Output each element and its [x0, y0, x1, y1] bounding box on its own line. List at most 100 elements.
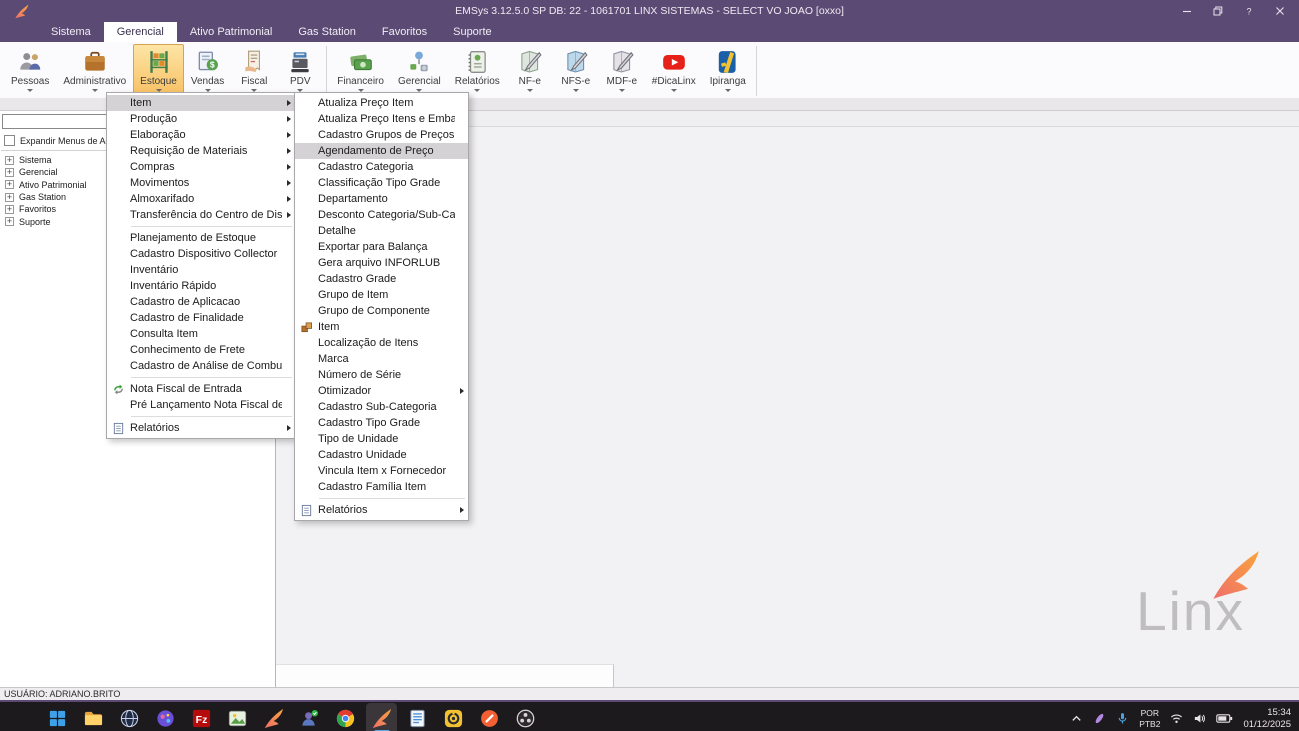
- menu-item-transferencia-do-centro-de-distribuicao[interactable]: Transferência do Centro de Distribuição: [107, 207, 295, 223]
- taskbar-chrome-icon[interactable]: [330, 703, 361, 731]
- tab-favoritos[interactable]: Favoritos: [369, 22, 440, 42]
- dropdown-caret-icon[interactable]: [572, 89, 579, 92]
- menu-item-item[interactable]: Item: [295, 319, 468, 335]
- restore-icon[interactable]: [1212, 6, 1223, 17]
- taskbar-notes-icon[interactable]: [402, 703, 433, 731]
- menu-item-conhecimento-de-frete[interactable]: Conhecimento de Frete: [107, 342, 295, 358]
- tab-sistema[interactable]: Sistema: [38, 22, 104, 42]
- menu-item-gera-arquivo-inforlub[interactable]: Gera arquivo INFORLUB: [295, 255, 468, 271]
- tree-expand-icon[interactable]: +: [5, 180, 14, 190]
- menu-item-numero-de-serie[interactable]: Número de Série: [295, 367, 468, 383]
- ribbon-button-gerencial[interactable]: Gerencial: [391, 44, 448, 94]
- menu-item-grupo-de-item[interactable]: Grupo de Item: [295, 287, 468, 303]
- ribbon-button-fiscal[interactable]: Fiscal: [231, 44, 277, 94]
- menu-item-nota-fiscal-de-entrada[interactable]: Nota Fiscal de Entrada: [107, 381, 295, 397]
- menu-item-vincula-item-x-fornecedor[interactable]: Vincula Item x Fornecedor: [295, 463, 468, 479]
- minimize-icon[interactable]: [1181, 6, 1192, 17]
- clock[interactable]: 15:34 01/12/2025: [1243, 707, 1291, 731]
- menu-item-almoxarifado[interactable]: Almoxarifado: [107, 191, 295, 207]
- menu-item-cadastro-tipo-grade[interactable]: Cadastro Tipo Grade: [295, 415, 468, 431]
- menu-item-producao[interactable]: Produção: [107, 111, 295, 127]
- menu-item-compras[interactable]: Compras: [107, 159, 295, 175]
- menu-item-cadastro-de-finalidade[interactable]: Cadastro de Finalidade: [107, 310, 295, 326]
- taskbar-filezilla-icon[interactable]: Fz: [186, 703, 217, 731]
- taskbar-windows-start-icon[interactable]: [42, 703, 73, 731]
- dropdown-caret-icon[interactable]: [618, 89, 625, 92]
- ribbon-button-pessoas[interactable]: Pessoas: [4, 44, 56, 94]
- menu-item-consulta-item[interactable]: Consulta Item: [107, 326, 295, 342]
- ribbon-button-pdv[interactable]: PDV: [277, 44, 323, 94]
- menu-item-atualiza-preco-item[interactable]: Atualiza Preço Item: [295, 95, 468, 111]
- ribbon-button-ipiranga[interactable]: Ipiranga: [703, 44, 753, 94]
- menu-item-cadastro-unidade[interactable]: Cadastro Unidade: [295, 447, 468, 463]
- dropdown-caret-icon[interactable]: [670, 89, 677, 92]
- menu-item-planejamento-de-estoque[interactable]: Planejamento de Estoque: [107, 230, 295, 246]
- menu-item-atualiza-preco-itens-e-embalagens[interactable]: Atualiza Preço Itens e Embalagens: [295, 111, 468, 127]
- dropdown-caret-icon[interactable]: [724, 89, 731, 92]
- microphone-icon[interactable]: [1116, 712, 1129, 725]
- menu-item-localizacao-de-itens[interactable]: Localização de Itens: [295, 335, 468, 351]
- menu-item-desconto-categoria-sub-categoria[interactable]: Desconto Categoria/Sub-Categoria: [295, 207, 468, 223]
- menu-item-cadastro-de-analise-de-combustiveis[interactable]: Cadastro de Análise de Combustíveis: [107, 358, 295, 374]
- ribbon-button-dicalinx[interactable]: #DicaLinx: [645, 44, 703, 94]
- help-icon[interactable]: ?: [1243, 6, 1254, 17]
- menu-item-detalhe[interactable]: Detalhe: [295, 223, 468, 239]
- taskbar-pen-app-icon[interactable]: [474, 703, 505, 731]
- menu-item-item[interactable]: Item: [107, 95, 295, 111]
- expand-menus-checkbox[interactable]: [4, 135, 15, 146]
- tab-suporte[interactable]: Suporte: [440, 22, 505, 42]
- ribbon-button-financeiro[interactable]: Financeiro: [330, 44, 391, 94]
- menu-item-tipo-de-unidade[interactable]: Tipo de Unidade: [295, 431, 468, 447]
- dropdown-caret-icon[interactable]: [526, 89, 533, 92]
- ribbon-button-relatorios[interactable]: Relatórios: [448, 44, 507, 94]
- taskbar-yellow-db-icon[interactable]: [438, 703, 469, 731]
- tree-expand-icon[interactable]: +: [5, 204, 14, 214]
- chevron-up-icon[interactable]: [1070, 712, 1083, 725]
- tab-gas-station[interactable]: Gas Station: [285, 22, 368, 42]
- taskbar-photos-icon[interactable]: [222, 703, 253, 731]
- ribbon-button-vendas[interactable]: $ Vendas: [184, 44, 231, 94]
- dropdown-caret-icon[interactable]: [91, 89, 98, 92]
- taskbar-paint-planet-icon[interactable]: [150, 703, 181, 731]
- menu-item-departamento[interactable]: Departamento: [295, 191, 468, 207]
- tree-expand-icon[interactable]: +: [5, 167, 14, 177]
- tab-gerencial[interactable]: Gerencial: [103, 22, 177, 42]
- menu-item-otimizador[interactable]: Otimizador: [295, 383, 468, 399]
- ribbon-button-administrativo[interactable]: Administrativo: [56, 44, 133, 94]
- dropdown-caret-icon[interactable]: [27, 89, 34, 92]
- menu-item-relatorios[interactable]: Relatórios: [295, 502, 468, 518]
- menu-item-requisicao-de-materiais[interactable]: Requisição de Materiais: [107, 143, 295, 159]
- menu-item-cadastro-de-aplicacao[interactable]: Cadastro de Aplicacao: [107, 294, 295, 310]
- taskbar-user-badge-icon[interactable]: [294, 703, 325, 731]
- tab-ativo-patrimonial[interactable]: Ativo Patrimonial: [177, 22, 286, 42]
- tree-expand-icon[interactable]: +: [5, 217, 14, 227]
- taskbar-file-explorer-icon[interactable]: [78, 703, 109, 731]
- tree-expand-icon[interactable]: +: [5, 155, 14, 165]
- menu-item-cadastro-sub-categoria[interactable]: Cadastro Sub-Categoria: [295, 399, 468, 415]
- close-icon[interactable]: [1274, 6, 1285, 17]
- menu-item-elaboracao[interactable]: Elaboração: [107, 127, 295, 143]
- menu-item-movimentos[interactable]: Movimentos: [107, 175, 295, 191]
- ribbon-button-estoque[interactable]: Estoque: [133, 44, 184, 94]
- battery-icon[interactable]: [1216, 713, 1233, 724]
- taskbar-linx-emsys-icon-active[interactable]: [366, 703, 397, 731]
- wifi-icon[interactable]: [1170, 712, 1183, 725]
- feather-app-icon[interactable]: [1093, 712, 1106, 725]
- menu-item-agendamento-de-preco[interactable]: Agendamento de Preço: [295, 143, 468, 159]
- tree-expand-icon[interactable]: +: [5, 192, 14, 202]
- menu-item-grupo-de-componente[interactable]: Grupo de Componente: [295, 303, 468, 319]
- menu-item-cadastro-familia-item[interactable]: Cadastro Família Item: [295, 479, 468, 495]
- menu-item-cadastro-grade[interactable]: Cadastro Grade: [295, 271, 468, 287]
- taskbar-browser-globe-icon[interactable]: [114, 703, 145, 731]
- dropdown-caret-icon[interactable]: [474, 89, 481, 92]
- menu-item-inventario[interactable]: Inventário: [107, 262, 295, 278]
- menu-item-inventario-rapido[interactable]: Inventário Rápido: [107, 278, 295, 294]
- menu-item-cadastro-grupos-de-precos[interactable]: Cadastro Grupos de Preços: [295, 127, 468, 143]
- ribbon-button-nf-e[interactable]: NF-e: [507, 44, 553, 94]
- volume-icon[interactable]: [1193, 712, 1206, 725]
- menu-item-classificacao-tipo-grade[interactable]: Classificação Tipo Grade: [295, 175, 468, 191]
- menu-item-marca[interactable]: Marca: [295, 351, 468, 367]
- ribbon-button-nfs-e[interactable]: NFS-e: [553, 44, 599, 94]
- menu-item-exportar-para-balanca[interactable]: Exportar para Balança: [295, 239, 468, 255]
- ribbon-button-mdf-e[interactable]: MDF-e: [599, 44, 645, 94]
